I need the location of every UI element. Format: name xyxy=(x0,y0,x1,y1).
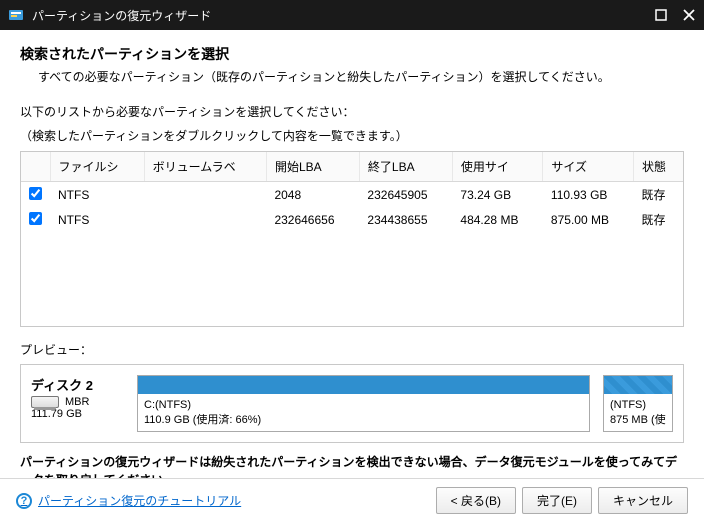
cell-label xyxy=(144,182,266,208)
cell-used: 73.24 GB xyxy=(452,182,543,208)
partition-detail: 110.9 GB (使用済: 66%) xyxy=(144,413,583,428)
col-filesystem[interactable]: ファイルシ xyxy=(50,152,144,182)
page-heading: 検索されたパーティションを選択 xyxy=(20,44,684,64)
partition-bar xyxy=(138,376,589,394)
help-link-label: パーティション復元のチュートリアル xyxy=(38,492,241,509)
partition-title: C:(NTFS) xyxy=(144,398,583,413)
back-button[interactable]: < 戻る(B) xyxy=(436,487,516,514)
cell-end: 234438655 xyxy=(359,207,452,232)
cell-status: 既存 xyxy=(633,207,683,232)
col-size[interactable]: サイズ xyxy=(543,152,634,182)
col-volume-label[interactable]: ボリュームラベ xyxy=(144,152,266,182)
partition-block[interactable]: (NTFS) 875 MB (使 xyxy=(603,375,673,432)
row-checkbox[interactable] xyxy=(29,212,42,225)
cell-fs: NTFS xyxy=(50,182,144,208)
instruction-line1: 以下のリストから必要なパーティションを選択してください： xyxy=(20,103,684,121)
cell-end: 232645905 xyxy=(359,182,452,208)
help-icon: ? xyxy=(16,493,32,509)
col-status[interactable]: 状態 xyxy=(633,152,683,182)
partition-bar xyxy=(604,376,672,394)
disk-icon xyxy=(31,396,59,408)
partition-table: ファイルシ ボリュームラベ 開始LBA 終了LBA 使用サイ サイズ 状態 NT… xyxy=(21,152,683,232)
partition-block[interactable]: C:(NTFS) 110.9 GB (使用済: 66%) xyxy=(137,375,590,432)
app-icon xyxy=(8,7,24,23)
col-check xyxy=(21,152,50,182)
partition-title: (NTFS) xyxy=(610,398,666,413)
maximize-button[interactable] xyxy=(654,8,668,22)
titlebar: パーティションの復元ウィザード xyxy=(0,0,704,30)
cell-size: 875.00 MB xyxy=(543,207,634,232)
col-used-size[interactable]: 使用サイ xyxy=(452,152,543,182)
finish-button[interactable]: 完了(E) xyxy=(522,487,592,514)
close-button[interactable] xyxy=(682,8,696,22)
disk-type: MBR xyxy=(65,396,89,408)
cell-start: 232646656 xyxy=(266,207,359,232)
instruction-line2: （検索したパーティションをダブルクリックして内容を一覧できます。） xyxy=(20,127,684,145)
help-link[interactable]: ? パーティション復元のチュートリアル xyxy=(16,492,241,509)
partition-table-container: ファイルシ ボリュームラベ 開始LBA 終了LBA 使用サイ サイズ 状態 NT… xyxy=(20,151,684,327)
table-row[interactable]: NTFS 2048 232645905 73.24 GB 110.93 GB 既… xyxy=(21,182,683,208)
cell-size: 110.93 GB xyxy=(543,182,634,208)
cell-start: 2048 xyxy=(266,182,359,208)
col-start-lba[interactable]: 開始LBA xyxy=(266,152,359,182)
cell-fs: NTFS xyxy=(50,207,144,232)
footer: ? パーティション復元のチュートリアル < 戻る(B) 完了(E) キャンセル xyxy=(0,478,704,522)
window-title: パーティションの復元ウィザード xyxy=(32,7,654,24)
partition-detail: 875 MB (使 xyxy=(610,413,666,428)
cell-status: 既存 xyxy=(633,182,683,208)
cell-used: 484.28 MB xyxy=(452,207,543,232)
table-row[interactable]: NTFS 232646656 234438655 484.28 MB 875.0… xyxy=(21,207,683,232)
disk-info: ディスク 2 MBR 111.79 GB xyxy=(31,375,127,432)
preview-box: ディスク 2 MBR 111.79 GB C:(NTFS) 110.9 GB (… xyxy=(20,364,684,443)
row-checkbox[interactable] xyxy=(29,187,42,200)
cancel-button[interactable]: キャンセル xyxy=(598,487,688,514)
col-end-lba[interactable]: 終了LBA xyxy=(359,152,452,182)
page-subheading: すべての必要なパーティション（既存のパーティションと紛失したパーティション）を選… xyxy=(38,68,684,85)
disk-name: ディスク 2 xyxy=(31,375,93,394)
cell-label xyxy=(144,207,266,232)
preview-label: プレビュー： xyxy=(20,341,684,358)
